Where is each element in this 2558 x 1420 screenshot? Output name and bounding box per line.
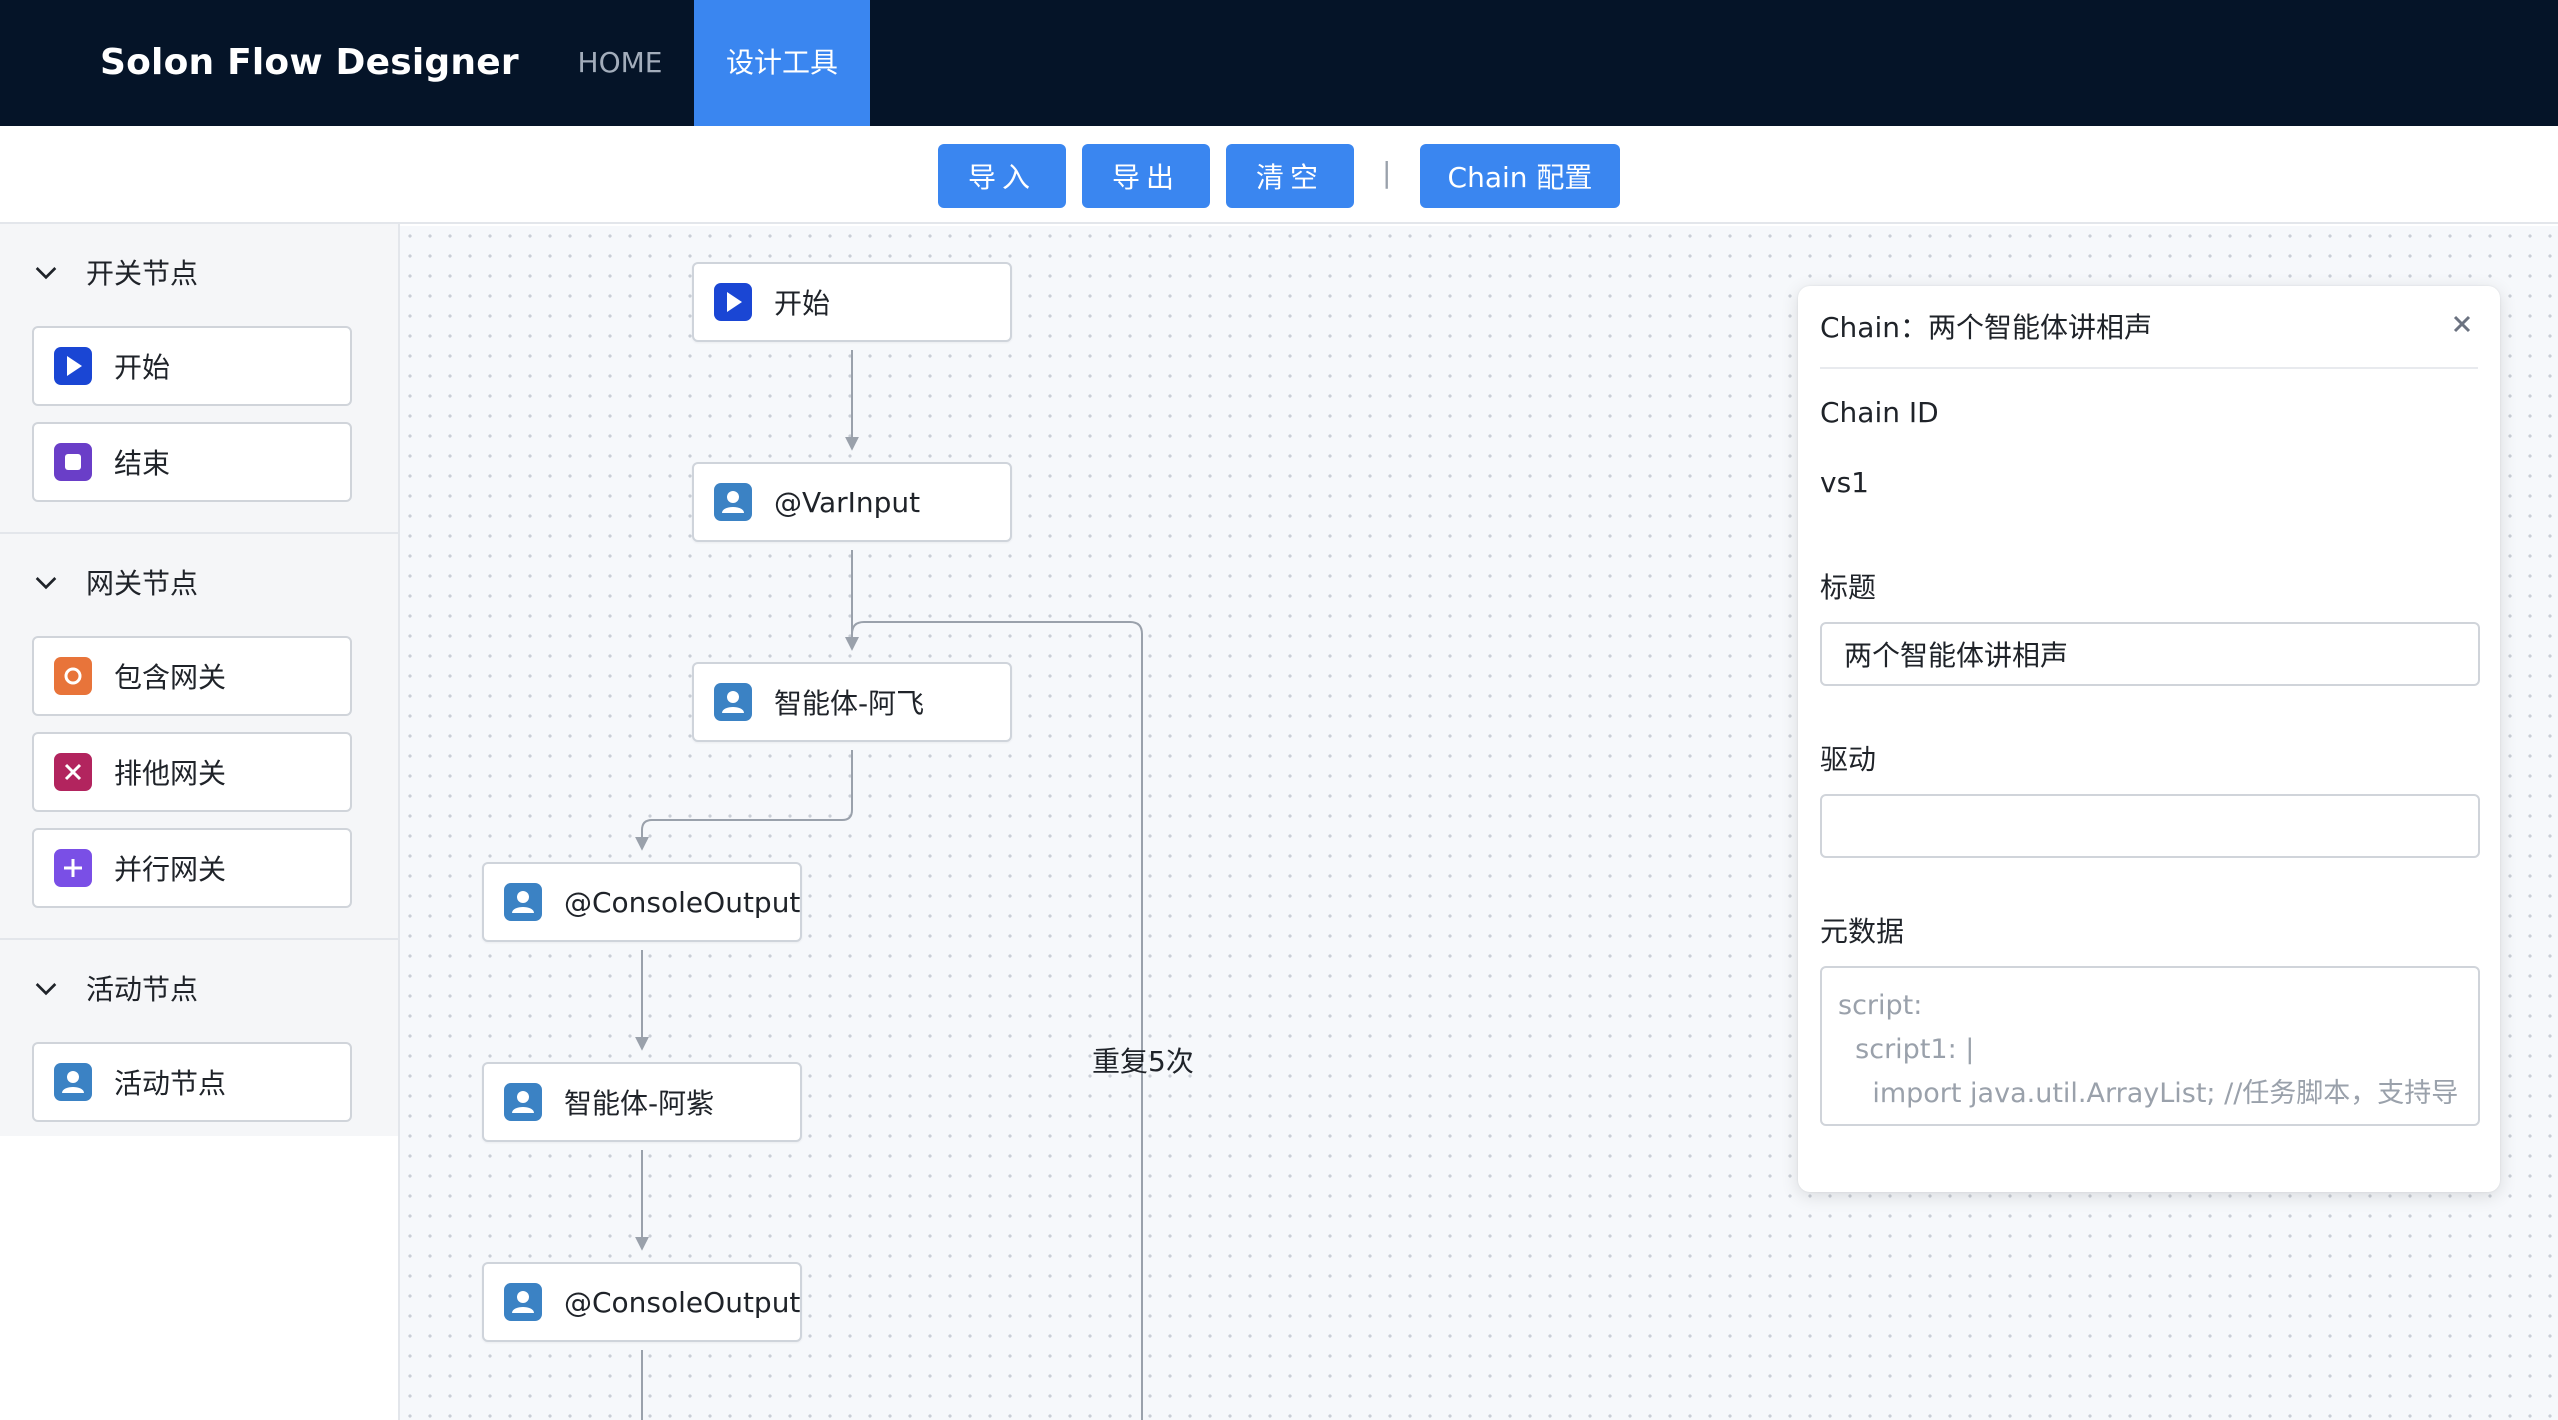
user-icon [504,1283,542,1321]
flow-node-console-output-2[interactable]: @ConsoleOutput [482,1262,802,1342]
palette-item-label: 结束 [114,447,171,480]
user-icon [714,483,752,521]
node-palette: 开关节点 开始 结束 网关节点 包含网关 排他网关 并行网关 活动节点 活动节点 [0,224,400,1420]
app-title: Solon Flow Designer [100,42,519,83]
clear-button[interactable]: 清空 [1226,144,1354,208]
palette-section-activity-nodes[interactable]: 活动节点 [30,968,198,1008]
chain-id-value: vs1 [1820,466,1869,499]
palette-item-label: 开始 [114,351,171,384]
flow-node-label: 智能体-阿紫 [564,1087,715,1120]
stop-icon [54,443,92,481]
flow-node-label: @VarInput [774,485,921,519]
plus-gateway-icon [54,849,92,887]
loop-edge-label: 重复5次 [1092,1045,1194,1078]
circle-gateway-icon [54,657,92,695]
panel-divider [1820,367,2478,369]
x-gateway-icon [54,753,92,791]
toolbar: 导入 导出 清空 | Chain 配置 [0,126,2558,224]
user-icon [714,683,752,721]
metadata-textarea[interactable]: script: script1: | import java.util.Arra… [1820,966,2480,1126]
palette-item-inclusive-gateway[interactable]: 包含网关 [32,636,352,716]
palette-item-exclusive-gateway[interactable]: 排他网关 [32,732,352,812]
section-label: 活动节点 [86,973,199,1006]
palette-item-label: 活动节点 [114,1067,227,1100]
flow-node-console-output-1[interactable]: @ConsoleOutput [482,862,802,942]
user-icon [504,883,542,921]
driver-input[interactable] [1820,794,2480,858]
chevron-down-icon [35,577,57,590]
user-icon [54,1063,92,1101]
section-label: 开关节点 [86,257,199,290]
palette-item-start[interactable]: 开始 [32,326,352,406]
play-icon [714,283,752,321]
driver-label: 驱动 [1820,743,1877,776]
close-icon[interactable] [2444,306,2480,342]
palette-item-label: 并行网关 [114,853,227,886]
palette-item-end[interactable]: 结束 [32,422,352,502]
flow-node-start[interactable]: 开始 [692,262,1012,342]
flow-node-label: @ConsoleOutput [564,885,801,919]
palette-item-parallel-gateway[interactable]: 并行网关 [32,828,352,908]
section-label: 网关节点 [86,567,199,600]
palette-section-gateway-nodes[interactable]: 网关节点 [30,562,198,602]
metadata-label: 元数据 [1820,915,1905,948]
nav-home[interactable]: HOME [560,0,680,126]
flow-node-label: 智能体-阿飞 [774,687,925,720]
edge-afei-to-console1[interactable] [635,750,853,851]
chain-properties-panel: Chain：两个智能体讲相声 Chain ID vs1 标题 驱动 元数据 sc… [1798,286,2500,1192]
user-icon [504,1083,542,1121]
flow-node-varinput[interactable]: @VarInput [692,462,1012,542]
top-nav-bar: Solon Flow Designer HOME 设计工具 [0,0,2558,126]
panel-title: Chain：两个智能体讲相声 [1820,311,2152,344]
flow-node-label: 开始 [774,287,831,320]
palette-item-activity[interactable]: 活动节点 [32,1042,352,1122]
chevron-down-icon [35,983,57,996]
chevron-down-icon [35,267,57,280]
title-input[interactable] [1820,622,2480,686]
export-button[interactable]: 导出 [1082,144,1210,208]
chain-config-button[interactable]: Chain 配置 [1420,144,1620,208]
palette-section-switch-nodes[interactable]: 开关节点 [30,252,198,292]
flow-node-agent-azi[interactable]: 智能体-阿紫 [482,1062,802,1142]
palette-item-label: 包含网关 [114,661,227,694]
nav-design-tool[interactable]: 设计工具 [694,0,870,126]
flow-node-agent-afei[interactable]: 智能体-阿飞 [692,662,1012,742]
toolbar-separator: | [1382,156,1392,189]
title-label: 标题 [1820,571,1877,604]
chain-id-label: Chain ID [1820,396,1939,429]
flow-node-label: @ConsoleOutput [564,1285,801,1319]
import-button[interactable]: 导入 [938,144,1066,208]
play-icon [54,347,92,385]
palette-item-label: 排他网关 [114,757,227,790]
